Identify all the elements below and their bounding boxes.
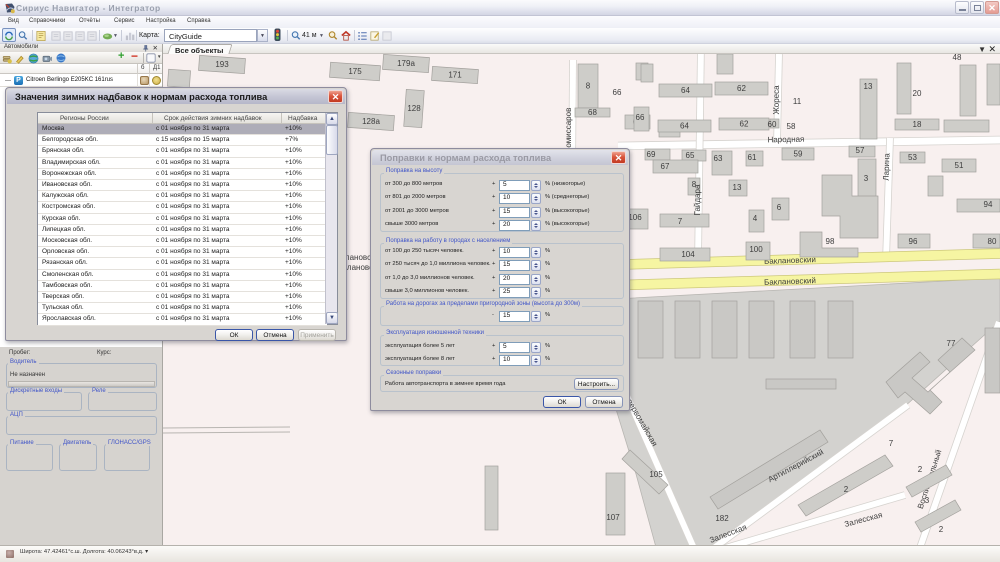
svg-text:179а: 179а [397,59,415,68]
svg-text:Ларина: Ларина [882,152,892,180]
svg-text:Народная: Народная [767,135,804,145]
svg-text:51: 51 [955,161,964,170]
svg-text:слановс: слановс [343,263,373,272]
svg-text:Комиссаров: Комиссаров [564,108,573,153]
svg-text:58: 58 [787,122,796,131]
svg-text:96: 96 [909,237,918,246]
svg-text:171: 171 [448,71,462,80]
svg-text:80: 80 [988,237,997,246]
svg-text:105: 105 [649,470,663,479]
svg-text:175: 175 [348,67,362,76]
svg-text:2: 2 [939,525,944,534]
svg-text:59: 59 [794,150,803,159]
svg-text:66: 66 [613,88,622,97]
svg-text:60: 60 [768,120,777,129]
svg-text:4: 4 [753,214,758,223]
svg-text:128: 128 [407,104,421,113]
svg-text:Жореса: Жореса [772,85,781,115]
svg-text:2: 2 [918,465,923,474]
svg-text:65: 65 [686,151,695,160]
svg-text:94: 94 [984,200,993,209]
svg-text:3: 3 [864,174,869,183]
svg-text:13: 13 [864,82,873,91]
svg-text:Баклановский: Баклановский [764,276,816,287]
svg-text:11: 11 [793,97,802,106]
svg-text:77: 77 [947,339,956,348]
svg-text:62: 62 [737,84,746,93]
svg-text:57: 57 [856,146,865,155]
svg-text:63: 63 [714,154,723,163]
svg-text:128а: 128а [362,117,380,126]
svg-text:182: 182 [715,514,729,523]
svg-text:20: 20 [913,89,922,98]
svg-text:18: 18 [913,120,922,129]
svg-text:3: 3 [925,496,930,505]
svg-text:68: 68 [588,108,597,117]
svg-text:лановс: лановс [345,253,371,262]
svg-text:13: 13 [733,183,742,192]
svg-text:67: 67 [661,162,670,171]
svg-text:193: 193 [215,60,229,69]
svg-text:6: 6 [777,203,782,212]
svg-text:8: 8 [586,82,591,91]
svg-text:69: 69 [647,150,656,159]
svg-text:2: 2 [844,485,849,494]
svg-text:61: 61 [748,153,757,162]
svg-text:7: 7 [678,217,683,226]
svg-text:64: 64 [680,122,689,131]
svg-text:7: 7 [889,439,894,448]
svg-text:98: 98 [826,237,835,246]
svg-text:Гайдара: Гайдара [693,184,702,215]
svg-text:106: 106 [628,213,642,222]
svg-text:62: 62 [740,120,749,129]
svg-text:64: 64 [681,86,690,95]
svg-text:100: 100 [749,245,763,254]
svg-text:104: 104 [681,250,695,259]
svg-text:48: 48 [953,53,962,62]
svg-text:66: 66 [636,113,645,122]
svg-text:53: 53 [908,153,917,162]
svg-text:107: 107 [606,513,620,522]
